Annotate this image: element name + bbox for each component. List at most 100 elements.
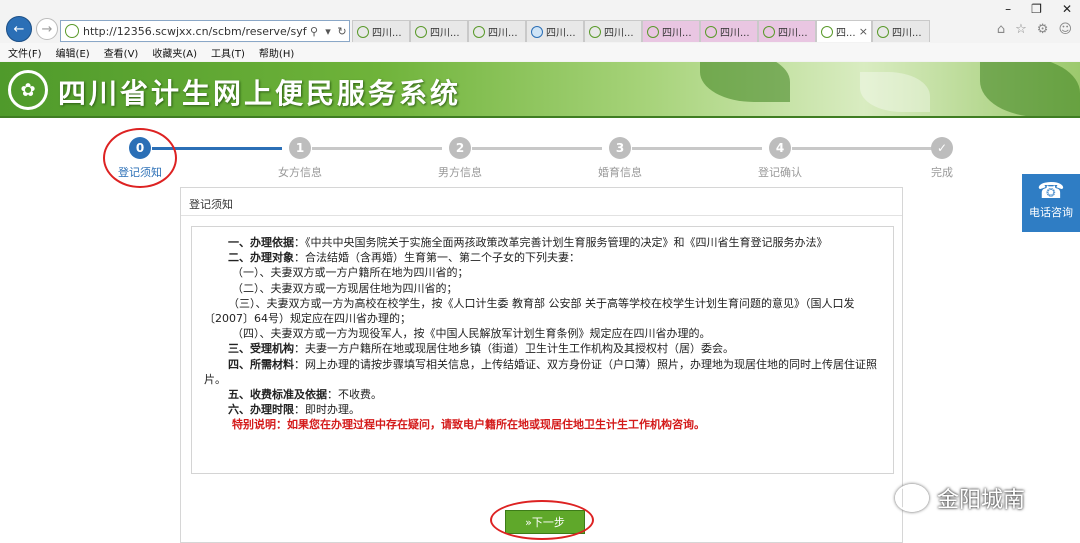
site-logo-icon: ✿ <box>8 70 48 110</box>
notice-basis-title: 一、办理依据 <box>228 236 294 249</box>
notice-fee: 五、收费标准及依据：不收费。 <box>204 387 881 402</box>
notice-basis: 一、办理依据：《中共中央国务院关于实施全面两孩政策改革完善计划生育服务管理的决定… <box>204 235 881 250</box>
browser-tab[interactable]: 四川... <box>872 20 930 42</box>
tab-label: 四川... <box>892 28 922 39</box>
watermark: 金阳城南 <box>895 482 1025 514</box>
site-favicon-icon <box>473 25 485 38</box>
forward-button[interactable]: → <box>36 18 58 40</box>
site-favicon-icon <box>415 25 427 38</box>
browser-tab[interactable]: 四川... <box>642 20 700 42</box>
browser-tab[interactable]: 四川... <box>410 20 468 42</box>
browser-tab[interactable]: 四川... <box>468 20 526 42</box>
notice-time-title: 六、办理时限 <box>228 403 294 417</box>
arrow-right-icon: → <box>41 21 53 37</box>
home-icon[interactable]: ⌂ <box>997 22 1005 37</box>
step-connector <box>792 147 932 150</box>
notice-item: （二）、夫妻双方或一方现居住地为四川省的； <box>232 281 458 295</box>
tab-label: 四川... <box>720 28 750 39</box>
phone-icon: ☎ <box>1037 179 1065 204</box>
site-favicon-icon <box>357 25 369 38</box>
notice-time-text: ：即时办理。 <box>294 403 360 417</box>
browser-toolbar-icons: ⌂ ☆ ⚙ ☺ <box>997 22 1072 37</box>
step-connector <box>632 147 762 150</box>
browser-tab[interactable]: 四川... <box>700 20 758 42</box>
notice-fee-text: ：不收费。 <box>327 388 382 402</box>
step-marker: 2 <box>449 137 471 159</box>
phone-consult-label: 电话咨询 <box>1029 206 1073 219</box>
wechat-icon <box>895 484 929 512</box>
site-favicon-icon <box>705 25 717 38</box>
notice-agency-title: 三、受理机构 <box>228 342 294 356</box>
site-favicon-icon <box>647 25 659 38</box>
browser-tab[interactable]: 四川... <box>584 20 642 42</box>
browser-tab[interactable]: 四川... <box>526 20 584 42</box>
notice-materials-text: ：网上办理的请按步骤填写相关信息，上传结婚证、双方身份证（户口薄）照片，办理地为… <box>204 357 877 386</box>
notice-item: （一）、夫妻双方或一方户籍所在地为四川省的； <box>232 266 469 280</box>
browser-tab-active[interactable]: 四... × <box>816 20 872 42</box>
step-label: 婚育信息 <box>598 166 642 179</box>
tab-label: 四川... <box>372 28 402 39</box>
minimize-icon[interactable]: – <box>1005 2 1011 16</box>
site-favicon-icon <box>65 24 79 38</box>
arrow-left-icon: ← <box>13 21 25 37</box>
leaf-decoration <box>700 62 790 102</box>
close-icon[interactable]: ✕ <box>1062 2 1072 16</box>
tab-strip: 四川... 四川... 四川... 四川... 四川... 四川... 四川..… <box>352 20 930 42</box>
notice-fee-title: 五、收费标准及依据 <box>228 388 327 402</box>
menu-favorites[interactable]: 收藏夹(A) <box>152 45 197 60</box>
step-label: 登记确认 <box>758 166 802 179</box>
step-connector <box>312 147 442 150</box>
notice-item: （四）、夫妻双方或一方为现役军人，按《中国人民解放军计划生育条例》规定应在四川省… <box>232 327 711 341</box>
tab-label: 四川... <box>662 28 692 39</box>
notice-basis-text: ：《中共中央国务院关于实施全面两孩政策改革完善计划生育服务管理的决定》和《四川省… <box>294 236 828 249</box>
notice-target-title: 二、办理对象 <box>228 251 294 265</box>
notice-agency: 三、受理机构：夫妻一方户籍所在地或现居住地乡镇（街道）卫生计生工作机构及其授权村… <box>204 341 881 356</box>
panel-heading: 登记须知 <box>181 188 902 216</box>
notice-target: 二、办理对象：合法结婚（含再婚）生育第一、第二个子女的下列夫妻： <box>204 250 881 265</box>
tab-label: 四川... <box>430 28 460 39</box>
address-bar[interactable]: http://12356.scwjxx.cn/scbm/reserve/syfw… <box>60 20 350 42</box>
notice-materials: 四、所需材料：网上办理的请按步骤填写相关信息，上传结婚证、双方身份证（户口薄）照… <box>204 357 881 387</box>
special-note: 特别说明：如果您在办理过程中存在疑问，请致电户籍所在地或现居住地卫生计生工作机构… <box>232 418 705 432</box>
menu-view[interactable]: 查看(V) <box>104 45 139 60</box>
restore-icon[interactable]: ❐ <box>1031 2 1042 16</box>
ie-favicon-icon <box>531 25 543 38</box>
site-favicon-icon <box>821 25 833 38</box>
menu-tools[interactable]: 工具(T) <box>211 45 245 60</box>
back-button[interactable]: ← <box>6 16 32 42</box>
step-label: 女方信息 <box>278 166 322 179</box>
site-favicon-icon <box>877 25 889 38</box>
window-controls: – ❐ ✕ <box>1005 2 1072 16</box>
leaf-decoration <box>860 72 930 112</box>
step-marker: 4 <box>769 137 791 159</box>
watermark-text: 金阳城南 <box>937 488 1026 513</box>
dropdown-icon[interactable]: ▾ <box>321 25 335 38</box>
checkmark-icon: ✓ <box>931 137 953 159</box>
smiley-icon[interactable]: ☺ <box>1058 22 1072 37</box>
address-url[interactable]: http://12356.scwjxx.cn/scbm/reserve/syfw… <box>83 25 307 38</box>
gear-icon[interactable]: ⚙ <box>1037 22 1049 37</box>
phone-consult-button[interactable]: ☎ 电话咨询 <box>1022 174 1080 232</box>
highlight-circle <box>103 128 177 188</box>
menu-file[interactable]: 文件(F) <box>8 45 42 60</box>
browser-chrome: ← → http://12356.scwjxx.cn/scbm/reserve/… <box>0 0 1080 62</box>
step-label: 完成 <box>931 166 953 179</box>
notice-content: 一、办理依据：《中共中央国务院关于实施全面两孩政策改革完善计划生育服务管理的决定… <box>191 226 894 474</box>
highlight-circle <box>490 500 594 540</box>
close-tab-icon[interactable]: × <box>859 25 868 38</box>
menu-help[interactable]: 帮助(H) <box>259 45 294 60</box>
browser-tab[interactable]: 四川... <box>352 20 410 42</box>
browser-tab[interactable]: 四川... <box>758 20 816 42</box>
menu-edit[interactable]: 编辑(E) <box>56 45 90 60</box>
notice-materials-title: 四、所需材料 <box>228 357 294 371</box>
step-label: 男方信息 <box>438 166 482 179</box>
search-icon[interactable]: ⚲ <box>307 25 321 38</box>
site-header: ✿ 四川省计生网上便民服务系统 <box>0 62 1080 118</box>
notice-panel: 登记须知 一、办理依据：《中共中央国务院关于实施全面两孩政策改革完善计划生育服务… <box>180 187 903 543</box>
menu-bar: 文件(F) 编辑(E) 查看(V) 收藏夹(A) 工具(T) 帮助(H) <box>0 43 1080 61</box>
notice-time: 六、办理时限：即时办理。 <box>204 402 881 417</box>
notice-target-text: ：合法结婚（含再婚）生育第一、第二个子女的下列夫妻： <box>294 251 580 265</box>
star-icon[interactable]: ☆ <box>1015 22 1027 37</box>
refresh-icon[interactable]: ↻ <box>335 25 349 38</box>
site-favicon-icon <box>763 25 775 38</box>
